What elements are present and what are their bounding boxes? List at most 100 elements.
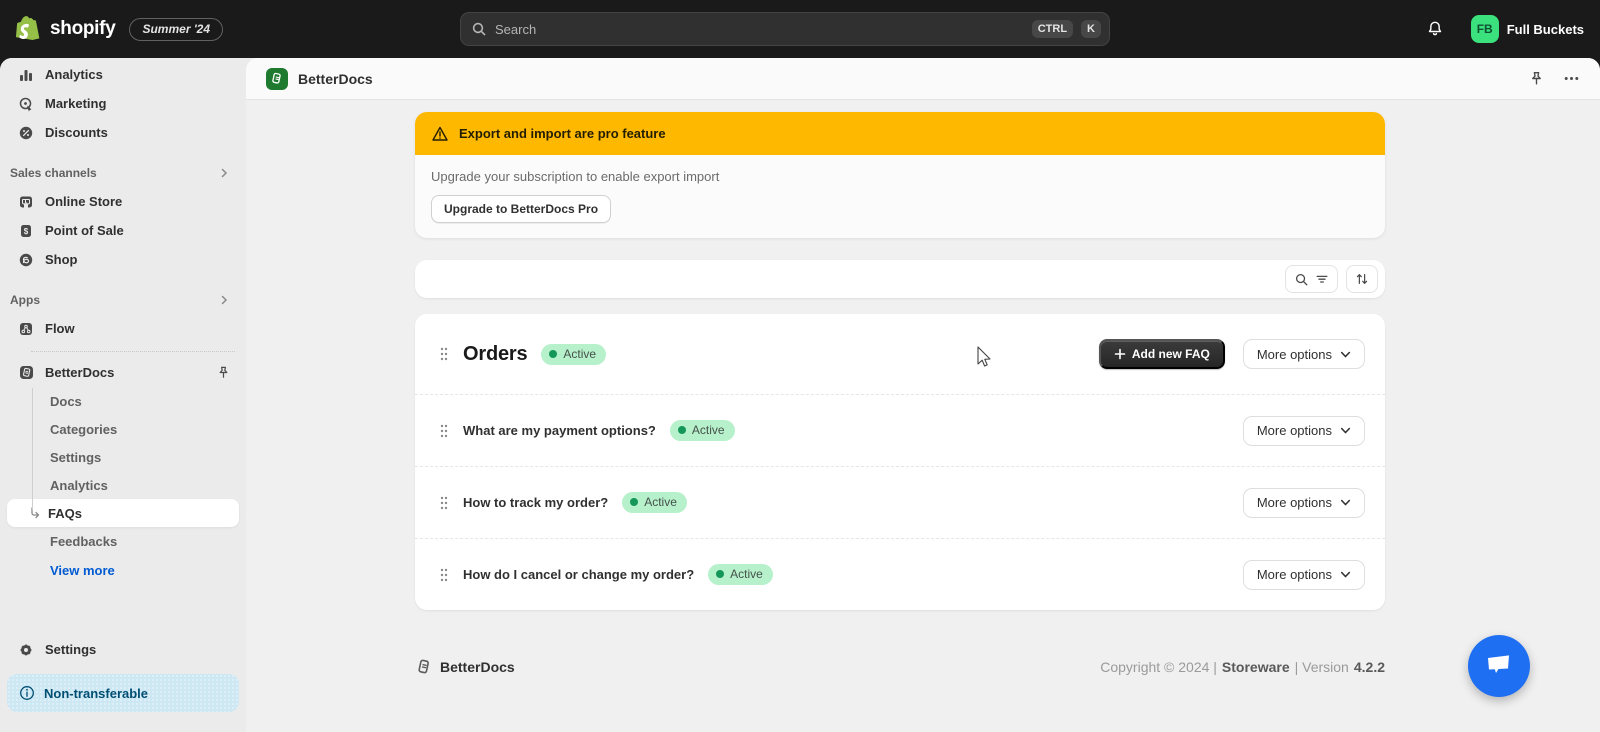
info-icon — [19, 685, 35, 701]
sort-icon — [1356, 274, 1368, 284]
sidebar-item-faqs[interactable]: FAQs — [7, 499, 239, 527]
betterdocs-group: BetterDocs Docs Categories Settings Anal… — [7, 358, 239, 578]
discounts-icon — [17, 124, 35, 142]
status-dot — [549, 349, 558, 358]
sidebar-item-label: BetterDocs — [45, 365, 115, 380]
sidebar-item-flow[interactable]: Flow — [7, 314, 239, 343]
search-icon — [1295, 273, 1308, 285]
chevron-down-icon — [1340, 571, 1351, 578]
status-dot — [630, 498, 639, 506]
more-options-button[interactable]: More options — [1242, 559, 1365, 590]
chevron-down-icon — [1340, 427, 1351, 434]
status-label: Active — [730, 567, 763, 581]
more-options-button[interactable]: More options — [1242, 487, 1365, 518]
drag-handle-icon[interactable] — [439, 423, 449, 439]
more-menu-icon[interactable] — [1563, 70, 1580, 87]
sidebar-item-label: Point of Sale — [45, 223, 124, 238]
non-transferable-banner[interactable]: Non-transferable — [7, 674, 239, 712]
sidebar-item-settings[interactable]: Settings — [7, 635, 239, 664]
page-footer: BetterDocs Copyright © 2024 | Storeware … — [415, 658, 1385, 706]
sidebar-item-categories[interactable]: Categories — [7, 415, 239, 443]
chevron-down-icon — [1340, 499, 1351, 506]
user-name: Full Buckets — [1506, 21, 1584, 37]
faq-question: How do I cancel or change my order? — [463, 567, 695, 582]
sidebar-item-label: Settings — [45, 642, 97, 657]
sidebar-item-discounts[interactable]: Discounts — [7, 118, 239, 147]
betterdocs-app-icon — [266, 67, 288, 90]
sub-item-label: Feedbacks — [50, 533, 118, 549]
more-options-label: More options — [1256, 346, 1332, 362]
faq-toolbar — [415, 260, 1385, 298]
shopify-wordmark: shopify — [50, 18, 116, 39]
plus-icon — [1114, 348, 1126, 360]
status-label: Active — [691, 423, 725, 437]
more-options-label: More options — [1256, 495, 1332, 510]
point-of-sale-icon: $ — [17, 222, 35, 240]
sidebar-item-label: Marketing — [45, 96, 107, 111]
sidebar-item-betterdocs[interactable]: BetterDocs — [7, 358, 239, 387]
chat-widget-button[interactable] — [1468, 635, 1530, 697]
sidebar-item-feedbacks[interactable]: Feedbacks — [7, 527, 239, 555]
add-new-faq-button[interactable]: Add new FAQ — [1098, 339, 1225, 369]
sidebar-item-analytics[interactable]: Analytics — [7, 60, 239, 89]
sidebar-item-shop[interactable]: Shop — [7, 245, 239, 274]
status-label: Active — [563, 346, 597, 361]
faq-section-header: Orders Active Add new FAQ More options — [415, 314, 1385, 394]
sidebar-section-apps[interactable]: Apps — [7, 286, 239, 314]
more-options-button[interactable]: More options — [1242, 339, 1365, 369]
footer-brand: BetterDocs — [415, 658, 515, 676]
status-dot — [716, 570, 725, 578]
drag-handle-icon[interactable] — [439, 567, 449, 583]
edition-badge[interactable]: Summer '24 — [129, 17, 224, 41]
global-search-input[interactable]: Search CTRL K — [460, 12, 1110, 46]
sidebar-item-label: Analytics — [45, 67, 103, 82]
sort-button[interactable] — [1346, 265, 1378, 293]
drag-handle-icon[interactable] — [439, 495, 449, 511]
pin-icon[interactable] — [1528, 70, 1545, 87]
sidebar-item-marketing[interactable]: Marketing — [7, 89, 239, 118]
faq-question: How to track my order? — [463, 495, 609, 510]
sidebar-item-docs[interactable]: Docs — [7, 387, 239, 415]
sub-item-label: Categories — [50, 421, 118, 437]
more-options-button[interactable]: More options — [1242, 415, 1365, 446]
pro-feature-banner-header: Export and import are pro feature — [415, 112, 1385, 155]
banner-label: Non-transferable — [44, 685, 149, 701]
chevron-right-icon — [219, 168, 229, 178]
section-title: Orders — [463, 342, 528, 365]
sidebar-item-label: Discounts — [45, 125, 108, 140]
status-badge: Active — [708, 564, 773, 585]
betterdocs-app-icon — [17, 364, 35, 382]
pro-feature-banner: Export and import are pro feature Upgrad… — [415, 112, 1385, 238]
search-filter-button[interactable] — [1285, 265, 1338, 293]
betterdocs-logo-icon — [415, 658, 433, 676]
version-label: | Version — [1294, 659, 1349, 675]
warning-icon — [431, 125, 449, 143]
sidebar-item-settings-sub[interactable]: Settings — [7, 443, 239, 471]
status-badge: Active — [622, 492, 687, 513]
sub-item-label: Docs — [50, 393, 82, 409]
user-menu[interactable]: FB Full Buckets — [1470, 15, 1584, 43]
sidebar-item-label: Flow — [45, 321, 75, 336]
search-icon — [471, 21, 487, 37]
shortcut-k-key: K — [1081, 20, 1101, 38]
sidebar-item-online-store[interactable]: Online Store — [7, 187, 239, 216]
sidebar-item-point-of-sale[interactable]: $ Point of Sale — [7, 216, 239, 245]
shop-icon — [17, 251, 35, 269]
sub-item-label: Settings — [50, 449, 102, 465]
status-dot — [677, 426, 686, 434]
shortcut-ctrl-key: CTRL — [1031, 20, 1074, 38]
shopify-logo[interactable]: shopify Summer '24 — [16, 15, 224, 43]
upgrade-button[interactable]: Upgrade to BetterDocs Pro — [431, 195, 612, 223]
topbar: shopify Summer '24 Search CTRL K FB Full… — [0, 0, 1600, 58]
app-title: BetterDocs — [298, 70, 373, 87]
view-more-link[interactable]: View more — [7, 555, 239, 578]
sidebar-divider — [31, 351, 235, 352]
pin-icon[interactable] — [216, 365, 231, 380]
gear-icon — [17, 641, 35, 659]
banner-description: Upgrade your subscription to enable expo… — [431, 169, 720, 184]
notifications-bell-icon[interactable] — [1425, 19, 1445, 39]
sidebar-item-label: Online Store — [45, 194, 123, 209]
sidebar-section-sales-channels[interactable]: Sales channels — [7, 159, 239, 187]
drag-handle-icon[interactable] — [439, 346, 449, 362]
sidebar-item-analytics-sub[interactable]: Analytics — [7, 471, 239, 499]
